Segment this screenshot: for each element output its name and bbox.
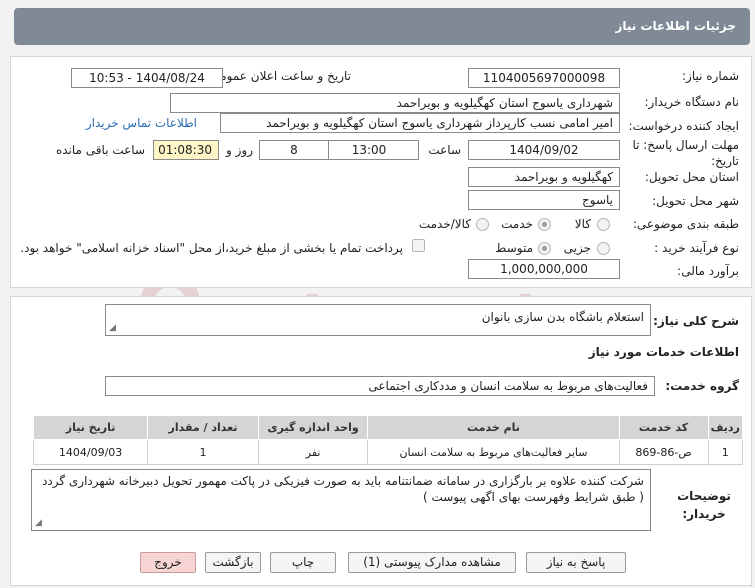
services-section-title: اطلاعات خدمات مورد نیاز xyxy=(588,345,739,359)
treasury-payment-note: پرداخت تمام یا بخشی از مبلغ خرید،از محل … xyxy=(20,241,403,255)
col-service-name: نام خدمت xyxy=(367,415,620,440)
service-group-field: فعالیت‌های مربوط به سلامت انسان و مددکار… xyxy=(105,376,655,396)
col-service-code: کد خدمت xyxy=(618,415,709,440)
cell-service-code: ص-86-869 xyxy=(618,439,709,465)
process-option-medium: متوسط xyxy=(495,241,533,255)
category-radio-both[interactable] xyxy=(476,218,489,231)
creator-label: ایجاد کننده درخواست: xyxy=(628,119,739,133)
deadline-date-field: 1404/09/02 xyxy=(468,140,620,160)
deadline-label: مهلت ارسال پاسخ: تا تاریخ: xyxy=(632,138,739,168)
resize-handle-icon[interactable]: ◢ xyxy=(35,519,42,528)
deadline-time-field: 13:00 xyxy=(319,140,419,160)
col-unit: واحد اندازه گیری xyxy=(257,415,369,440)
announce-field: 1404/08/24 - 10:53 xyxy=(71,68,223,88)
process-radio-medium[interactable] xyxy=(538,242,551,255)
col-need-date: تاریخ نیاز xyxy=(32,415,149,440)
category-radio-goods[interactable] xyxy=(597,218,610,231)
buyer-notes-label: توضیحات خریدار: xyxy=(677,489,731,521)
days-field: 8 xyxy=(259,140,329,160)
cell-unit: نفر xyxy=(257,439,369,465)
buyer-notes-field: شرکت کننده علاوه بر بارگزاری در سامانه ض… xyxy=(31,469,651,531)
category-option-goods: کالا xyxy=(574,217,591,231)
category-option-both: کالا/خدمت xyxy=(418,217,471,231)
announce-label: تاریخ و ساعت اعلان عمومی: xyxy=(206,69,351,83)
view-attachments-button[interactable]: مشاهده مدارک پیوستی (1) xyxy=(348,552,516,573)
contact-info-link[interactable]: اطلاعات تماس خریدار xyxy=(86,116,197,130)
service-group-label: گروه خدمت: xyxy=(665,379,739,393)
cell-row: 1 xyxy=(707,439,744,465)
services-table: ردیف کد خدمت نام خدمت واحد اندازه گیری ت… xyxy=(32,415,744,465)
deadline-time-label: ساعت xyxy=(428,143,461,157)
panel-header: جزئیات اطلاعات نیاز xyxy=(14,8,750,45)
remaining-time-field: 01:08:30 xyxy=(153,140,219,160)
cell-need-date: 1404/09/03 xyxy=(32,439,149,465)
cell-quantity: 1 xyxy=(147,439,259,465)
need-details-card: شماره نیاز: 1104005697000098 تاریخ و ساع… xyxy=(10,56,752,288)
process-radio-small[interactable] xyxy=(597,242,610,255)
treasury-payment-checkbox[interactable] xyxy=(412,239,425,252)
buyer-label: نام دستگاه خریدار: xyxy=(644,95,740,109)
services-card: شرح کلی نیاز: استعلام باشگاه بدن سازی با… xyxy=(10,296,752,586)
province-label: استان محل تحویل: xyxy=(644,170,739,184)
page-title: جزئیات اطلاعات نیاز xyxy=(615,19,736,33)
resize-handle-icon[interactable]: ◢ xyxy=(109,324,116,333)
need-number-field: 1104005697000098 xyxy=(468,68,620,88)
col-row: ردیف xyxy=(707,415,744,440)
budget-field: 1,000,000,000 xyxy=(468,259,620,279)
process-option-small: جزیی xyxy=(563,241,591,255)
print-button[interactable]: چاپ xyxy=(270,552,336,573)
table-row: 1 ص-86-869 سایر فعالیت‌های مربوط به سلام… xyxy=(32,439,744,465)
reply-button[interactable]: پاسخ به نیاز xyxy=(526,552,626,573)
category-radio-service[interactable] xyxy=(538,218,551,231)
days-label: روز و xyxy=(226,143,253,157)
cell-service-name: سایر فعالیت‌های مربوط به سلامت انسان xyxy=(367,439,620,465)
creator-field: امیر امامی نسب کارپرداز شهرداری یاسوج اس… xyxy=(220,113,620,133)
need-number-label: شماره نیاز: xyxy=(682,69,739,83)
category-option-service: خدمت xyxy=(501,217,533,231)
category-label: طبقه بندی موضوعی: xyxy=(632,217,739,231)
city-label: شهر محل تحویل: xyxy=(652,194,739,208)
back-button[interactable]: بازگشت xyxy=(205,552,261,573)
city-field: یاسوج xyxy=(468,190,620,210)
description-field: استعلام باشگاه بدن سازی بانوان ◢ xyxy=(105,304,651,336)
buyer-notes-text: شرکت کننده علاوه بر بارگزاری در سامانه ض… xyxy=(42,474,644,504)
remaining-label: ساعت باقی مانده xyxy=(55,143,145,157)
exit-button[interactable]: خروج xyxy=(140,552,196,573)
description-label: شرح کلی نیاز: xyxy=(653,314,739,328)
process-label: نوع فرآیند خرید : xyxy=(654,241,739,255)
budget-label: برآورد مالی: xyxy=(677,264,739,278)
services-table-header: ردیف کد خدمت نام خدمت واحد اندازه گیری ت… xyxy=(32,415,744,440)
description-text: استعلام باشگاه بدن سازی بانوان xyxy=(481,310,644,324)
province-field: کهگیلویه و بویراحمد xyxy=(468,167,620,187)
col-quantity: تعداد / مقدار xyxy=(147,415,259,440)
buyer-field: شهرداری یاسوج استان کهگیلویه و بویراحمد xyxy=(170,93,620,113)
